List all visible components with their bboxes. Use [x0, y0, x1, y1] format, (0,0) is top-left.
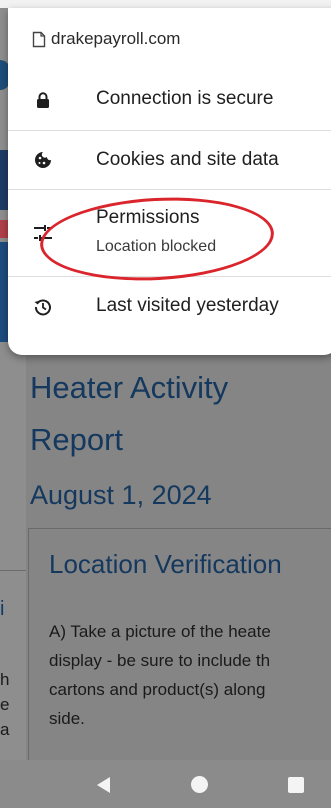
cookie-icon [32, 149, 54, 171]
menu-item-label: Cookies and site data [96, 149, 279, 170]
site-info-popup: drakepayroll.com Connection is secure Co… [8, 8, 331, 355]
history-icon [32, 296, 54, 318]
connection-secure-item[interactable]: Connection is secure [8, 70, 331, 130]
left-text-fragment: i [0, 598, 5, 620]
navigation-bar [0, 760, 331, 808]
page-title-line: Heater Activity [30, 370, 229, 405]
card-title: Location Verification [49, 549, 282, 579]
left-text-fragment: h [0, 670, 10, 689]
card-line: display - be sure to include th [49, 651, 271, 670]
last-visited-item[interactable]: Last visited yesterday [8, 277, 331, 337]
cookies-site-data-item[interactable]: Cookies and site data [8, 131, 331, 189]
menu-item-label: Last visited yesterday [96, 295, 279, 316]
background-divider [0, 570, 26, 571]
location-verification-card: Location Verification A) Take a picture … [28, 528, 331, 788]
site-url: drakepayroll.com [51, 29, 181, 48]
menu-item-label: Connection is secure [96, 88, 274, 109]
left-text-fragment: e [0, 695, 10, 714]
back-icon[interactable] [97, 777, 110, 793]
card-line: side. [49, 709, 85, 728]
card-instructions: A) Take a picture of the heate display -… [49, 617, 331, 733]
page-title: Heater Activity Report [30, 362, 330, 466]
card-line: A) Take a picture of the heate [49, 622, 271, 641]
page-title-line: Report [30, 422, 124, 457]
permissions-item[interactable]: Permissions Location blocked [8, 190, 331, 276]
recent-apps-icon[interactable] [288, 777, 304, 793]
card-line: cartons and product(s) along [49, 680, 266, 699]
menu-item-label: Permissions [96, 207, 200, 228]
home-icon[interactable] [191, 776, 208, 793]
status-bar [0, 0, 331, 8]
permissions-status: Location blocked [96, 238, 217, 255]
left-text-fragment: a [0, 720, 10, 739]
lock-icon [32, 89, 54, 111]
tune-icon [32, 222, 54, 244]
site-url-row: drakepayroll.com [8, 8, 331, 70]
page-date: August 1, 2024 [30, 480, 212, 510]
page-icon [32, 31, 46, 47]
